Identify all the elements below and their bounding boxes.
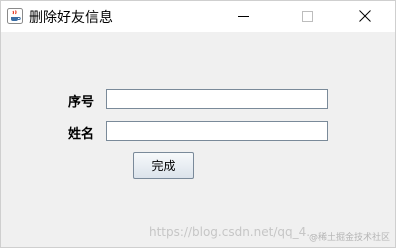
- done-button[interactable]: 完成: [133, 152, 194, 179]
- minimize-button[interactable]: [220, 1, 266, 32]
- name-label: 姓名: [68, 127, 95, 142]
- close-icon: [359, 10, 371, 22]
- minimize-icon: [238, 16, 249, 17]
- watermark-url: https://blog.csdn.net/qq_4...: [149, 225, 318, 239]
- app-window: 删除好友信息 序号 姓名 完成 https://blog.csdn.net/qq…: [0, 0, 396, 248]
- watermark-tag: @稀土掘金技术社区: [309, 233, 391, 243]
- close-button[interactable]: [342, 1, 388, 32]
- java-cup-icon: [7, 8, 23, 24]
- id-label: 序号: [68, 95, 95, 110]
- window-title: 删除好友信息: [29, 10, 113, 26]
- maximize-button[interactable]: [284, 1, 330, 32]
- name-input[interactable]: [106, 121, 328, 141]
- title-bar[interactable]: 删除好友信息: [1, 1, 395, 32]
- id-input[interactable]: [106, 89, 328, 109]
- maximize-icon: [302, 11, 313, 22]
